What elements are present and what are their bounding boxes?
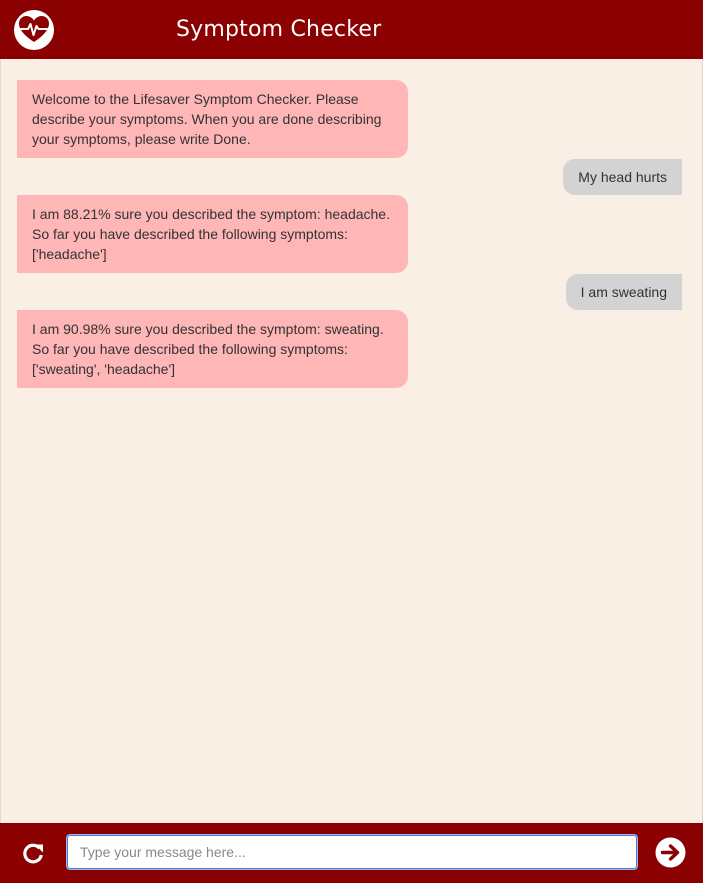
composer-bar xyxy=(0,823,703,883)
app-logo xyxy=(14,10,54,50)
refresh-button[interactable] xyxy=(20,841,46,867)
user-message: I am sweating xyxy=(565,274,682,310)
message-input[interactable] xyxy=(67,835,637,869)
user-message: My head hurts xyxy=(563,159,682,195)
send-button[interactable] xyxy=(655,837,686,868)
page-title: Symptom Checker xyxy=(176,17,382,42)
refresh-icon xyxy=(23,843,43,864)
bot-message: I am 90.98% sure you described the sympt… xyxy=(17,310,408,388)
bot-message: I am 88.21% sure you described the sympt… xyxy=(17,195,408,273)
heart-pulse-icon xyxy=(19,16,49,42)
bot-message: Welcome to the Lifesaver Symptom Checker… xyxy=(17,80,408,158)
app-header: Symptom Checker xyxy=(0,0,703,59)
chat-window[interactable]: Welcome to the Lifesaver Symptom Checker… xyxy=(0,59,703,823)
arrow-right-circle-icon xyxy=(655,837,686,868)
